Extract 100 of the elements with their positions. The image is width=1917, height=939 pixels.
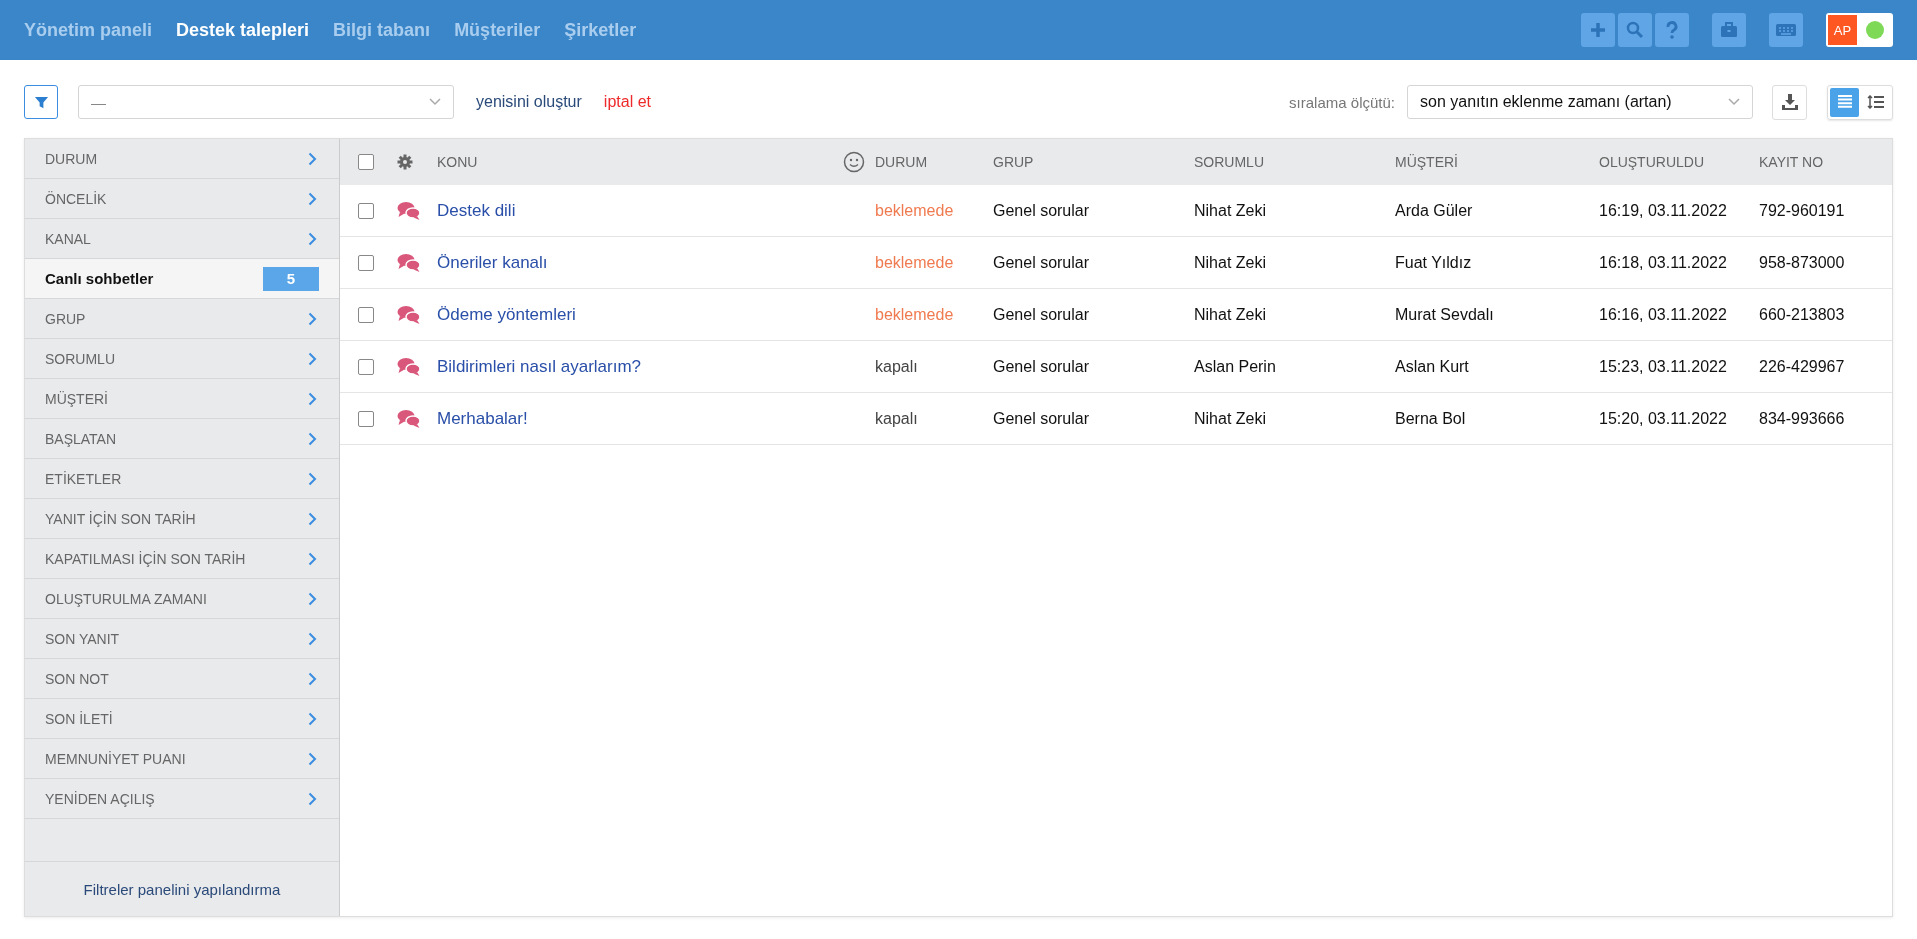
table-cell: 16:16, 03.11.2022	[1599, 305, 1727, 324]
checkbox[interactable]	[358, 154, 374, 170]
user-avatar: AP	[1828, 15, 1857, 45]
column-header[interactable]: SORUMLU	[1194, 154, 1264, 170]
filter-item[interactable]: YANIT İÇİN SON TARİH	[25, 499, 339, 539]
table-cell: Nihat Zeki	[1194, 201, 1267, 220]
filter-item[interactable]: SON İLETİ	[25, 699, 339, 739]
chevron-right-icon	[308, 151, 317, 166]
chevron-right-icon	[308, 591, 317, 606]
row-checkbox[interactable]	[358, 202, 374, 219]
filter-item[interactable]: BAŞLATAN	[25, 419, 339, 459]
table-cell: Genel sorular	[993, 409, 1090, 428]
chevron-down-icon	[429, 98, 441, 106]
count-badge: 5	[263, 266, 319, 291]
ticket-subject-link[interactable]: Merhabalar!	[437, 408, 528, 429]
column-header[interactable]: DURUM	[875, 154, 928, 170]
nav-tab[interactable]: Destek talepleri	[176, 19, 310, 41]
chevron-right-icon	[308, 231, 317, 246]
ticket-status: kapalı	[875, 409, 918, 428]
list-icon	[1836, 95, 1853, 109]
column-header[interactable]: KONU	[437, 154, 478, 170]
table-cell: Genel sorular	[993, 201, 1090, 220]
table-cell: Murat Sevdalı	[1395, 305, 1494, 324]
filter-item[interactable]: SON YANIT	[25, 619, 339, 659]
ticket-subject-link[interactable]: Destek dili	[437, 200, 516, 221]
filter-item[interactable]: ETİKETLER	[25, 459, 339, 499]
ticket-subject-link[interactable]: Öneriler kanalı	[437, 252, 548, 273]
ticket-status: beklemede	[875, 305, 954, 324]
ticket-subject-link[interactable]: Ödeme yöntemleri	[437, 304, 576, 325]
chat-bubbles-icon	[397, 252, 421, 273]
filter-item[interactable]: SON NOT	[25, 659, 339, 699]
row-checkbox[interactable]	[358, 306, 374, 323]
chat-bubbles-icon	[397, 356, 421, 377]
filter-dropdown[interactable]: —	[78, 85, 454, 119]
row-checkbox[interactable]	[358, 254, 374, 271]
table-cell: Genel sorular	[993, 253, 1090, 272]
download-icon	[1780, 93, 1799, 111]
filter-item[interactable]: MEMNUNİYET PUANI	[25, 739, 339, 779]
table-cell: 15:20, 03.11.2022	[1599, 409, 1727, 428]
smiley-icon[interactable]	[843, 151, 865, 173]
filter-item[interactable]: YENİDEN AÇILIŞ	[25, 779, 339, 819]
chevron-right-icon	[308, 191, 317, 206]
chevron-right-icon	[308, 751, 317, 766]
search-icon[interactable]	[1618, 13, 1652, 47]
table-cell: Aslan Kurt	[1395, 357, 1469, 376]
table-cell: 660-213803	[1759, 305, 1845, 324]
table-cell: Genel sorular	[993, 305, 1090, 324]
filter-item[interactable]: SORUMLU	[25, 339, 339, 379]
filter-item[interactable]: KAPATILMASI İÇİN SON TARİH	[25, 539, 339, 579]
sort-dropdown[interactable]: son yanıtın eklenme zamanı (artan)	[1407, 85, 1753, 119]
filter-icon	[33, 94, 49, 110]
briefcase-icon[interactable]	[1712, 13, 1746, 47]
download-button[interactable]	[1772, 84, 1807, 120]
table-cell: Nihat Zeki	[1194, 305, 1267, 324]
keyboard-icon[interactable]	[1769, 13, 1803, 47]
table-cell: Berna Bol	[1395, 409, 1466, 428]
chevron-right-icon	[308, 551, 317, 566]
table-cell: Fuat Yıldız	[1395, 253, 1472, 272]
filter-item[interactable]: MÜŞTERİ	[25, 379, 339, 419]
table-cell: 226-429967	[1759, 357, 1845, 376]
filter-button[interactable]	[24, 85, 58, 119]
column-header[interactable]: OLUŞTURULDU	[1599, 154, 1704, 170]
filter-item[interactable]: GRUP	[25, 299, 339, 339]
help-icon[interactable]	[1655, 13, 1689, 47]
chevron-down-icon	[1728, 98, 1740, 106]
chevron-right-icon	[308, 431, 317, 446]
column-header[interactable]: MÜŞTERİ	[1395, 154, 1458, 170]
configure-filters-link[interactable]: Filtreler panelini yapılandırma	[83, 880, 281, 898]
row-checkbox[interactable]	[358, 358, 374, 375]
table-cell: 15:23, 03.11.2022	[1599, 357, 1727, 376]
table-cell: 16:19, 03.11.2022	[1599, 201, 1727, 220]
chevron-right-icon	[308, 511, 317, 526]
table-cell: 958-873000	[1759, 253, 1845, 272]
chat-bubbles-icon	[397, 200, 421, 221]
column-header[interactable]: GRUP	[993, 154, 1034, 170]
ticket-subject-link[interactable]: Bildirimleri nasıl ayarlarım?	[437, 356, 642, 377]
ticket-status: beklemede	[875, 201, 954, 220]
add-icon[interactable]	[1581, 13, 1615, 47]
filter-item[interactable]: ÖNCELİK	[25, 179, 339, 219]
chevron-right-icon	[308, 351, 317, 366]
chevron-right-icon	[308, 671, 317, 686]
filter-item[interactable]: DURUM	[25, 139, 339, 179]
table-cell: Nihat Zeki	[1194, 409, 1267, 428]
settings-icon[interactable]	[397, 154, 413, 170]
table-cell: Nihat Zeki	[1194, 253, 1267, 272]
column-header[interactable]: KAYIT NO	[1759, 154, 1824, 170]
table-cell: 792-960191	[1759, 201, 1845, 220]
cancel-link[interactable]: iptal et	[603, 93, 651, 111]
sort-label: sıralama ölçütü:	[1289, 93, 1395, 111]
row-checkbox[interactable]	[358, 410, 374, 427]
chat-bubbles-icon	[397, 408, 421, 429]
chevron-right-icon	[308, 391, 317, 406]
filter-item[interactable]: Canlı sohbetler 5	[25, 259, 339, 299]
filter-item[interactable]: OLUŞTURULMA ZAMANI	[25, 579, 339, 619]
create-link[interactable]: yenisini oluştur	[476, 93, 582, 111]
chat-bubbles-icon	[397, 304, 421, 325]
online-status-icon	[1865, 20, 1885, 40]
chevron-right-icon	[308, 711, 317, 726]
user-menu[interactable]: AP	[1826, 13, 1893, 47]
line-spacing-icon	[1866, 95, 1885, 109]
